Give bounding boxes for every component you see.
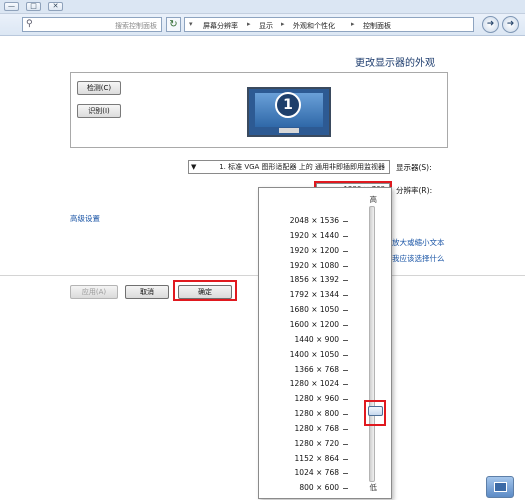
maximize-button[interactable]: □ xyxy=(26,2,41,11)
monitor-stand xyxy=(279,128,299,133)
resolution-option[interactable]: 1366 × 768 xyxy=(279,365,339,374)
resolution-option[interactable]: 1280 × 800 xyxy=(279,409,339,418)
resolution-slider-track[interactable] xyxy=(369,206,375,482)
slider-tick xyxy=(343,295,348,297)
slider-tick xyxy=(343,458,348,460)
resolution-option[interactable]: 1792 × 1344 xyxy=(279,290,339,299)
resolution-option[interactable]: 1856 × 1392 xyxy=(279,275,339,284)
slider-tick xyxy=(343,399,348,401)
slider-tick xyxy=(343,414,348,416)
monitor-preview-panel: 检测(C) 识别(I) 1 xyxy=(70,72,448,148)
resolution-option[interactable]: 800 × 600 xyxy=(279,483,339,492)
which-settings-link[interactable]: 我应该选择什么 xyxy=(392,253,445,264)
breadcrumb-separator-icon[interactable]: ▸ xyxy=(351,20,355,28)
resolution-option[interactable]: 1440 × 900 xyxy=(279,335,339,344)
title-bar: — □ ✕ xyxy=(0,0,525,14)
display-label: 显示器(S): xyxy=(396,163,432,172)
slider-tick xyxy=(343,265,348,267)
resolution-label: 分辨率(R): xyxy=(396,186,433,195)
back-button[interactable]: ➜ xyxy=(502,16,519,33)
chevron-down-icon: ▼ xyxy=(191,163,197,171)
slider-tick xyxy=(343,428,348,430)
slider-tick xyxy=(343,280,348,282)
resolution-option[interactable]: 1024 × 768 xyxy=(279,468,339,477)
breadcrumb-item[interactable]: 外观和个性化 xyxy=(293,21,335,31)
page-title: 更改显示器的外观 xyxy=(355,58,435,69)
slider-tick xyxy=(343,369,348,371)
resolution-option[interactable]: 1920 × 1440 xyxy=(279,231,339,240)
slider-tick xyxy=(343,488,348,490)
close-button[interactable]: ✕ xyxy=(48,2,63,11)
display-select-value: 1. 标准 VGA 图形适配器 上的 通用非即插即用监视器 xyxy=(219,163,385,171)
minimize-button[interactable]: — xyxy=(4,2,19,11)
breadcrumb-item[interactable]: 屏幕分辨率 xyxy=(203,21,238,31)
slider-tick xyxy=(343,310,348,312)
resolution-dropdown[interactable]: 高 低 2048 × 1536 1920 × 1440 1920 × 1200 192… xyxy=(258,187,392,499)
resolution-option[interactable]: 1400 × 1050 xyxy=(279,350,339,359)
slider-high-label: 高 xyxy=(369,195,378,204)
ok-highlight-box xyxy=(173,280,237,301)
breadcrumb-dropdown-icon[interactable]: ▾ xyxy=(189,20,193,28)
slider-tick xyxy=(343,443,348,445)
slider-tick xyxy=(343,324,348,326)
detect-button[interactable]: 检测(C) xyxy=(77,81,121,95)
breadcrumb-separator-icon[interactable]: ▸ xyxy=(281,20,285,28)
slider-tick xyxy=(343,473,348,475)
search-input[interactable]: ⚲ 搜索控制面板 xyxy=(22,17,162,32)
slider-tick xyxy=(343,250,348,252)
resolution-option[interactable]: 1600 × 1200 xyxy=(279,320,339,329)
resolution-option[interactable]: 1280 × 960 xyxy=(279,394,339,403)
cancel-button[interactable]: 取消 xyxy=(125,285,169,299)
resolution-option[interactable]: 1280 × 1024 xyxy=(279,379,339,388)
slider-tick xyxy=(343,354,348,356)
search-icon: ⚲ xyxy=(26,19,33,29)
slider-low-label: 低 xyxy=(369,483,378,492)
search-placeholder: 搜索控制面板 xyxy=(115,22,157,30)
text-size-link[interactable]: 放大或缩小文本 xyxy=(392,237,445,248)
resolution-option[interactable]: 1680 × 1050 xyxy=(279,305,339,314)
slider-tick xyxy=(343,339,348,341)
monitor-number-badge: 1 xyxy=(275,92,301,118)
address-bar: ⚲ 搜索控制面板 ↻ ▾ 屏幕分辨率 ▸ 显示 ▸ 外观和个性化 ▸ 控制面板 … xyxy=(0,14,525,36)
monitor-icon[interactable]: 1 xyxy=(247,87,331,137)
taskbar-display-icon[interactable] xyxy=(486,476,514,498)
display-select[interactable]: ▼ 1. 标准 VGA 图形适配器 上的 通用非即插即用监视器 xyxy=(188,160,390,174)
slider-tick xyxy=(343,384,348,386)
slider-thumb-highlight-box xyxy=(364,400,386,426)
refresh-button[interactable]: ↻ xyxy=(166,17,181,32)
display-icon xyxy=(494,482,507,492)
breadcrumb[interactable]: ▾ 屏幕分辨率 ▸ 显示 ▸ 外观和个性化 ▸ 控制面板 xyxy=(184,17,474,32)
resolution-option[interactable]: 1280 × 720 xyxy=(279,439,339,448)
resolution-option[interactable]: 1920 × 1200 xyxy=(279,246,339,255)
resolution-option[interactable]: 1280 × 768 xyxy=(279,424,339,433)
resolution-option[interactable]: 1152 × 864 xyxy=(279,454,339,463)
advanced-settings-link[interactable]: 高级设置 xyxy=(70,213,100,224)
breadcrumb-item[interactable]: 显示 xyxy=(259,21,273,31)
slider-tick xyxy=(343,235,348,237)
apply-button[interactable]: 应用(A) xyxy=(70,285,118,299)
breadcrumb-separator-icon[interactable]: ▸ xyxy=(247,20,251,28)
forward-button[interactable]: ➜ xyxy=(482,16,499,33)
identify-button[interactable]: 识别(I) xyxy=(77,104,121,118)
resolution-option[interactable]: 1920 × 1080 xyxy=(279,261,339,270)
resolution-option[interactable]: 2048 × 1536 xyxy=(279,216,339,225)
slider-tick xyxy=(343,221,348,222)
breadcrumb-item[interactable]: 控制面板 xyxy=(363,21,391,31)
